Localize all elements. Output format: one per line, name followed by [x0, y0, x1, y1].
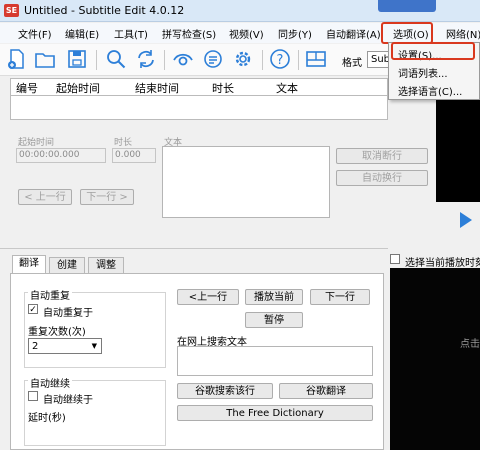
search-icon[interactable] [105, 48, 127, 70]
waveform-panel[interactable] [390, 268, 480, 450]
toolbar-separator [164, 50, 165, 70]
toolbar-separator [262, 50, 263, 70]
duration-input[interactable]: 0.000 [112, 148, 156, 163]
auto-continue-on-label: 自动继续于 [43, 395, 93, 406]
visual-sync-icon[interactable] [172, 48, 194, 70]
free-dictionary-button[interactable]: The Free Dictionary [177, 405, 373, 421]
window-title: Untitled - Subtitle Edit 4.0.12 [24, 4, 185, 17]
auto-repeat-group-title: 自动重复 [28, 287, 72, 302]
repeat-count-value: 2 [32, 341, 39, 352]
duration-label: 时长 [114, 138, 133, 148]
select-current-checkbox[interactable] [390, 254, 400, 264]
layout-icon[interactable] [305, 48, 327, 70]
open-folder-icon[interactable] [34, 48, 56, 70]
start-time-input[interactable]: 00:00:00.000 [16, 148, 106, 163]
tab-adjust[interactable]: 调整 [88, 257, 124, 273]
menu-network[interactable]: 网络(N) [446, 26, 480, 41]
unbreak-button[interactable]: 取消断行 [336, 148, 428, 164]
web-search-input[interactable] [177, 346, 373, 376]
subtitle-text-area[interactable] [162, 146, 330, 218]
tab-create[interactable]: 创建 [49, 257, 85, 273]
new-file-icon[interactable] [6, 48, 28, 70]
play-icon[interactable] [460, 212, 472, 228]
app-logo-icon: SE [4, 4, 19, 17]
menu-file[interactable]: 文件(F) [18, 26, 52, 41]
menu-spellcheck[interactable]: 拼写检查(S) [162, 26, 216, 41]
options-highlight-box [381, 22, 433, 44]
menu-item-choose-language[interactable]: 选择语言(C)... [398, 83, 462, 98]
chevron-down-icon: ▼ [91, 342, 97, 350]
auto-break-button[interactable]: 自动换行 [336, 170, 428, 186]
auto-continue-group-title: 自动继续 [28, 375, 72, 390]
translate-prev-line-button[interactable]: <上一行 [177, 289, 239, 305]
col-duration[interactable]: 时长 [212, 80, 234, 96]
click-hint: 点击 [460, 339, 480, 350]
menu-sync[interactable]: 同步(Y) [278, 26, 312, 41]
auto-repeat-on-label: 自动重复于 [43, 308, 93, 319]
auto-continue-checkbox[interactable] [28, 391, 38, 401]
translate-next-line-button[interactable]: 下一行 [310, 289, 370, 305]
title-button-accent[interactable] [378, 0, 436, 12]
menu-edit[interactable]: 编辑(E) [65, 26, 99, 41]
help-icon[interactable]: ? [269, 48, 291, 70]
col-text[interactable]: 文本 [276, 80, 298, 96]
menu-auto-translate[interactable]: 自动翻译(A) [326, 26, 381, 41]
subtitle-grid-body[interactable] [10, 96, 388, 120]
play-current-button[interactable]: 播放当前 [245, 289, 303, 305]
col-start-time[interactable]: 起始时间 [56, 80, 100, 96]
menu-tools[interactable]: 工具(T) [114, 26, 148, 41]
splitter[interactable] [0, 248, 388, 249]
col-number[interactable]: 编号 [16, 80, 38, 96]
start-time-label: 起始时间 [18, 138, 55, 148]
tab-translate[interactable]: 翻译 [12, 255, 46, 273]
google-translate-button[interactable]: 谷歌翻译 [279, 383, 373, 399]
pause-button[interactable]: 暂停 [245, 312, 303, 328]
next-line-button[interactable]: 下一行 > [80, 189, 134, 205]
menu-video[interactable]: 视频(V) [229, 26, 264, 41]
format-label: 格式 [342, 58, 362, 69]
settings-gear-icon[interactable] [232, 48, 254, 70]
col-end-time[interactable]: 结束时间 [135, 80, 179, 96]
prev-line-button[interactable]: < 上一行 [18, 189, 72, 205]
svg-text:?: ? [277, 53, 284, 68]
toolbar-separator [298, 50, 299, 70]
select-current-label: 选择当前播放时刻 [405, 258, 480, 269]
toolbar-separator [96, 50, 97, 70]
repeat-count-label: 重复次数(次) [28, 327, 86, 338]
google-search-button[interactable]: 谷歌搜索该行 [177, 383, 273, 399]
menu-item-word-lists[interactable]: 词语列表... [398, 65, 448, 80]
auto-repeat-checkbox[interactable]: ✓ [28, 304, 38, 315]
repeat-count-select[interactable]: 2 ▼ [28, 338, 102, 354]
save-icon[interactable] [66, 48, 88, 70]
delay-label: 延时(秒) [28, 413, 66, 424]
replace-icon[interactable] [135, 48, 157, 70]
spell-check-icon[interactable] [202, 48, 224, 70]
settings-highlight-box [391, 42, 475, 60]
